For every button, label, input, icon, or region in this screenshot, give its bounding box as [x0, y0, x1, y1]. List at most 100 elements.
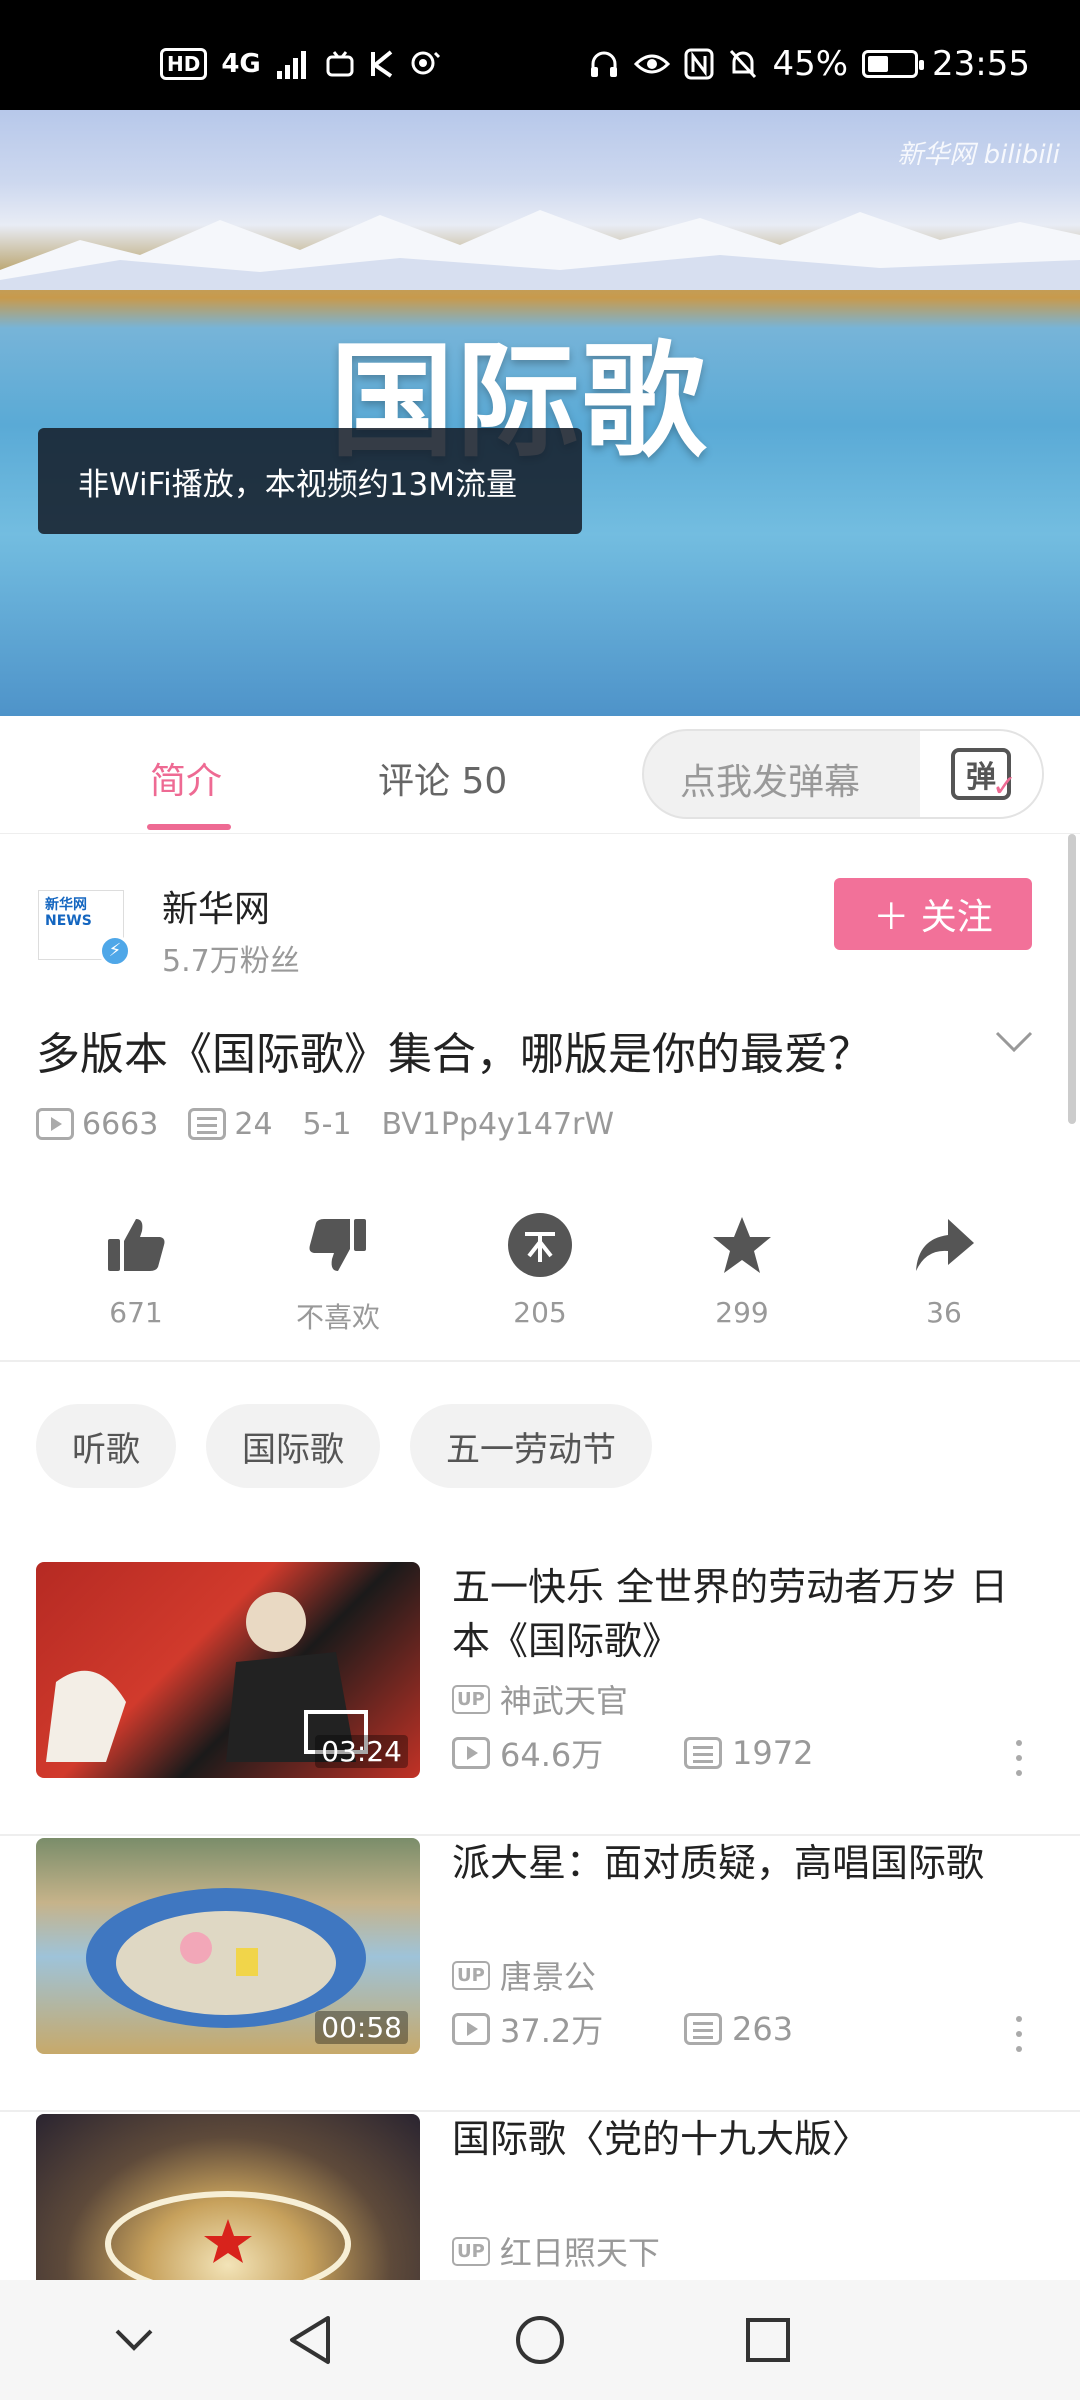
chevron-down-icon[interactable]	[994, 1030, 1034, 1054]
avatar-text: 新华网 NEWS	[45, 897, 92, 929]
nav-recents-button[interactable]	[738, 2310, 798, 2370]
tab-comments[interactable]: 评论 50	[378, 752, 507, 804]
up-badge: UP	[452, 1684, 490, 1714]
mountain-scenery	[0, 210, 1080, 290]
status-bar: HD 4G 45% 23:55	[0, 0, 1080, 110]
more-options-icon[interactable]	[1016, 1740, 1024, 1776]
related-views-value: 37.2万	[500, 2012, 604, 2050]
related-stats: 37.2万 263	[452, 2006, 793, 2052]
play-count-icon	[452, 1737, 490, 1769]
hd-indicator: HD	[160, 48, 208, 80]
tag-chip[interactable]: 国际歌	[206, 1404, 380, 1488]
related-uploader[interactable]: UP 神武天官	[452, 1676, 628, 1722]
up-badge: UP	[452, 1960, 490, 1990]
tag-chip[interactable]: 五一劳动节	[410, 1404, 652, 1488]
related-uploader-name: 红日照天下	[499, 2234, 660, 2272]
uploader-name[interactable]: 新华网	[162, 880, 270, 932]
view-count-value: 6663	[82, 1106, 159, 1142]
avatar[interactable]: 新华网 NEWS ⚡	[38, 890, 131, 967]
view-count: 6663	[36, 1107, 158, 1142]
tab-indicator	[147, 824, 231, 830]
video-title: 多版本《国际歌》集合，哪版是你的最爱？	[36, 1029, 872, 1080]
related-views: 64.6万	[452, 1730, 684, 1776]
up-badge: UP	[452, 2236, 490, 2266]
clock: 23:55	[932, 44, 1030, 84]
play-count-icon	[452, 2013, 490, 2045]
like-button[interactable]: 671	[56, 1200, 216, 1329]
thumbs-down-icon	[309, 1219, 366, 1271]
scrollbar[interactable]	[1068, 834, 1076, 1124]
related-uploader[interactable]: UP 红日照天下	[452, 2228, 660, 2274]
chevron-down-icon	[115, 2329, 153, 2351]
like-count: 671	[109, 1296, 163, 1329]
system-nav-bar	[0, 2280, 1080, 2400]
related-danmaku-value: 1972	[732, 1734, 814, 1772]
more-options-icon[interactable]	[1016, 2016, 1024, 2052]
uploader-row: 新华网 NEWS ⚡ 新华网 5.7万粉丝 ＋ 关注	[0, 860, 1080, 980]
danmaku-count: 24	[188, 1106, 273, 1142]
danmaku-count-value: 24	[234, 1106, 273, 1142]
danmu-toggle-button[interactable]: 弹 ✓	[920, 731, 1042, 817]
mute-bell-icon	[730, 49, 757, 79]
related-danmaku-value: 263	[732, 2010, 794, 2048]
related-danmaku: 1972	[684, 1734, 813, 1772]
recents-square-icon	[746, 2318, 790, 2362]
coin-icon	[508, 1213, 572, 1277]
bv-id: BV1Pp4y147rW	[381, 1106, 615, 1142]
share-count: 36	[926, 1296, 962, 1329]
danmu-bar[interactable]: 点我发弹幕 弹 ✓	[642, 729, 1044, 819]
video-thumbnail[interactable]: 00:58	[36, 1838, 420, 2054]
nav-hide-button[interactable]	[104, 2310, 164, 2370]
status-right: 45% 23:55	[588, 44, 1030, 84]
home-circle-icon	[516, 2316, 564, 2364]
dislike-button[interactable]: 不喜欢	[258, 1200, 418, 1336]
nav-back-button[interactable]	[280, 2310, 340, 2370]
video-meta: 6663 24 5-1 BV1Pp4y147rW	[36, 1104, 644, 1144]
coin-button[interactable]: 205	[460, 1200, 620, 1329]
coin-count: 205	[513, 1296, 567, 1329]
favorite-count: 299	[715, 1296, 769, 1329]
tab-intro[interactable]: 简介	[150, 752, 222, 804]
video-duration: 03:24	[315, 1735, 408, 1768]
danmaku-count-icon	[188, 1108, 227, 1140]
video-player[interactable]: 新华网 bilibili 国际歌 非WiFi播放，本视频约13M流量	[0, 110, 1080, 716]
list-item[interactable]: 03:24 五一快乐 全世界的劳动者万岁 日本《国际歌》 UP 神武天官 64.6…	[0, 1560, 1080, 1836]
related-views-value: 64.6万	[500, 1736, 604, 1774]
watermark: 新华网 bilibili	[897, 140, 1060, 170]
tv-app-icon	[326, 51, 354, 77]
related-uploader-name: 唐景公	[499, 1958, 596, 1996]
video-thumbnail[interactable]: 03:24	[36, 1562, 420, 1778]
back-triangle-icon	[290, 2316, 330, 2364]
headphones-icon	[591, 51, 618, 77]
related-title: 国际歌〈党的十九大版〉	[452, 2117, 871, 2161]
signal-icon	[276, 51, 306, 79]
danmaku-count-icon	[684, 1737, 722, 1769]
related-title: 五一快乐 全世界的劳动者万岁 日本《国际歌》	[452, 1565, 1009, 1663]
list-item[interactable]: 00:58 派大星：面对质疑，高唱国际歌 UP 唐景公 37.2万 263	[0, 1836, 1080, 2112]
divider	[0, 1360, 1080, 1362]
check-icon: ✓	[991, 769, 1017, 804]
related-views: 37.2万	[452, 2006, 684, 2052]
tag-list: 听歌 国际歌 五一劳动节	[36, 1404, 652, 1488]
related-uploader[interactable]: UP 唐景公	[452, 1952, 596, 1998]
play-count-icon	[36, 1108, 74, 1140]
danmu-icon: 弹 ✓	[951, 748, 1017, 804]
battery-percent: 45%	[772, 44, 849, 84]
tab-bar: 简介 评论 50 点我发弹幕 弹 ✓	[0, 716, 1080, 834]
share-button[interactable]: 36	[864, 1200, 1024, 1329]
related-title: 派大星：面对质疑，高唱国际歌	[452, 1841, 985, 1885]
favorite-button[interactable]: 299	[662, 1200, 822, 1329]
thumbs-up-icon	[108, 1219, 165, 1271]
tag-chip[interactable]: 听歌	[36, 1404, 176, 1488]
publish-date: 5-1	[302, 1106, 352, 1142]
status-left: HD 4G	[160, 44, 441, 84]
nav-home-button[interactable]	[510, 2310, 570, 2370]
location-icon	[411, 51, 440, 75]
star-icon	[713, 1217, 771, 1273]
k-app-icon	[370, 50, 393, 78]
battery-icon	[862, 50, 925, 78]
related-danmaku: 263	[684, 2010, 793, 2048]
follow-button[interactable]: ＋ 关注	[834, 878, 1032, 950]
danmu-input[interactable]: 点我发弹幕	[680, 753, 860, 805]
action-bar: 671 不喜欢 205 299 36	[0, 1200, 1080, 1360]
